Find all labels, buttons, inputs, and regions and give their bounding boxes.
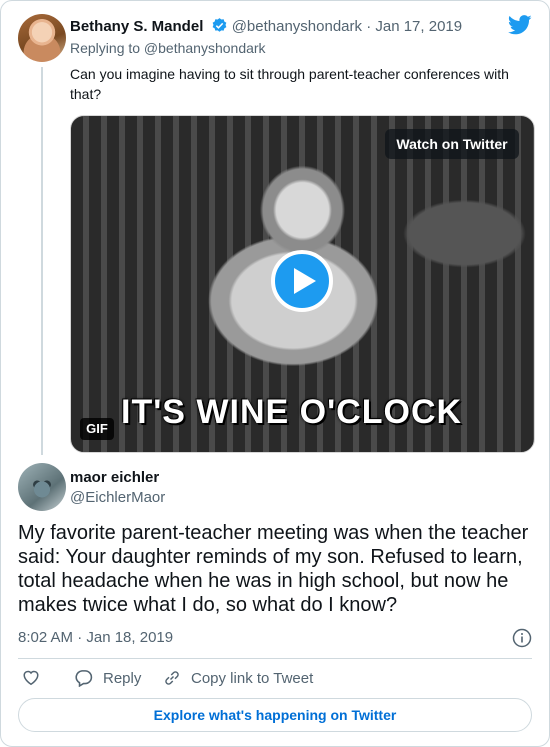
main-author-name[interactable]: maor eichler xyxy=(70,469,159,486)
link-icon xyxy=(165,671,179,685)
like-button[interactable] xyxy=(22,669,50,686)
avatar-bethany[interactable] xyxy=(18,14,66,62)
author-name[interactable]: Bethany S. Mandel xyxy=(70,18,203,35)
gif-caption-text: IT'S WINE O'CLOCK xyxy=(121,393,463,431)
play-icon xyxy=(294,268,316,294)
avatar-maor[interactable] xyxy=(18,463,66,511)
tweet-embed-card: Bethany S. Mandel @bethanyshondark · Jan… xyxy=(0,0,550,747)
divider xyxy=(18,658,532,659)
reply-button[interactable]: Reply xyxy=(74,669,141,687)
verified-badge-icon xyxy=(211,17,228,38)
author-line: Bethany S. Mandel @bethanyshondark · Jan… xyxy=(70,17,462,38)
play-button[interactable] xyxy=(271,250,333,312)
tweet-date[interactable]: · Jan 17, 2019 xyxy=(366,18,462,35)
tweet-timestamp[interactable]: 8:02 AM · Jan 18, 2019 xyxy=(18,629,173,646)
replying-to-label[interactable]: Replying to @bethanyshondark xyxy=(70,40,266,56)
reply-icon xyxy=(75,670,93,687)
gif-badge: GIF xyxy=(80,418,114,440)
thread-connector-line xyxy=(41,67,43,455)
reply-tweet-text: Can you imagine having to sit through pa… xyxy=(70,66,509,102)
author-handle[interactable]: @bethanyshondark xyxy=(232,18,362,35)
explore-twitter-button[interactable]: Explore what's happening on Twitter xyxy=(18,698,532,732)
main-author-handle[interactable]: @EichlerMaor xyxy=(70,489,165,506)
heart-icon xyxy=(23,670,39,686)
info-icon[interactable] xyxy=(512,628,532,653)
twitter-bird-icon[interactable] xyxy=(507,14,532,41)
main-tweet-text: My favorite parent-teacher meeting was w… xyxy=(18,522,529,616)
reply-label: Reply xyxy=(103,669,142,687)
copy-link-button[interactable]: Copy link to Tweet xyxy=(163,669,313,687)
watch-on-twitter-button[interactable]: Watch on Twitter xyxy=(385,129,519,159)
copy-link-label: Copy link to Tweet xyxy=(191,669,314,687)
